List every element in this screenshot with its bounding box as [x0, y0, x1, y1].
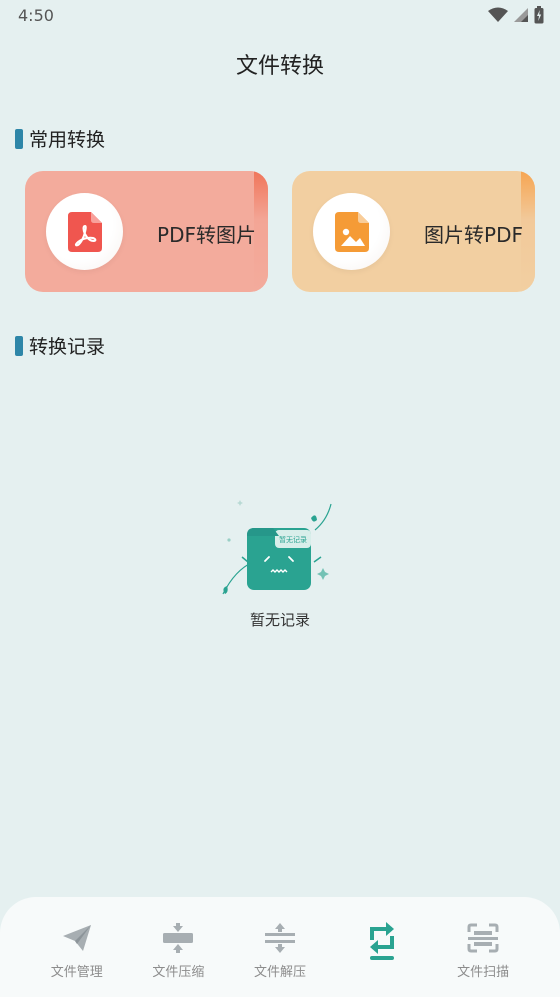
signal-icon: [514, 8, 528, 22]
decompress-icon: [264, 923, 295, 953]
empty-state-label: 暂无记录: [249, 611, 310, 629]
nav-item-scan[interactable]: 文件扫描: [433, 921, 533, 997]
nav-label: 文件扫描: [457, 965, 510, 980]
card-accent-edge: [254, 171, 268, 292]
battery-icon: [534, 6, 544, 24]
convert-icon: [369, 922, 394, 960]
status-time: 4:50: [18, 6, 54, 25]
card-icon-circle: [46, 193, 123, 270]
pdf-to-image-card[interactable]: PDF转图片: [25, 171, 268, 292]
empty-state: 暂无记录: [0, 500, 560, 604]
page-title: 文件转换: [235, 54, 324, 79]
card-accent-edge: [521, 171, 535, 292]
section-header-common: 常用转换: [15, 125, 105, 152]
nav-item-compress[interactable]: 文件压缩: [128, 921, 228, 997]
folder-tag: 暂无记录: [279, 535, 307, 544]
image-to-pdf-card[interactable]: 图片转PDF: [292, 171, 535, 292]
image-file-icon: [334, 211, 369, 252]
section-label-common: 常用转换: [29, 129, 106, 151]
nav-label: 文件压缩: [152, 965, 205, 980]
nav-label: 文件解压: [253, 965, 306, 980]
pdf-file-icon: [67, 211, 102, 252]
bottom-nav: 文件管理 文件压缩 文件解压 文件扫描: [0, 897, 560, 997]
nav-item-decompress[interactable]: 文件解压: [230, 921, 330, 997]
section-marker: [15, 128, 23, 149]
status-icons: [488, 6, 544, 24]
paper-plane-icon: [62, 925, 91, 951]
scan-icon: [467, 923, 499, 953]
pdf-to-image-label: PDF转图片: [157, 223, 256, 247]
card-icon-circle: [313, 193, 390, 270]
section-header-history: 转换记录: [15, 332, 105, 359]
nav-item-convert[interactable]: [332, 921, 432, 997]
nav-item-file-manager[interactable]: 文件管理: [27, 921, 127, 997]
compress-icon: [163, 923, 194, 953]
section-marker: [15, 335, 23, 356]
empty-folder-icon: 暂无记录: [222, 500, 332, 595]
image-to-pdf-label: 图片转PDF: [424, 223, 523, 247]
status-bar: 4:50: [0, 0, 560, 32]
nav-label: 文件管理: [50, 965, 103, 980]
wifi-icon: [488, 7, 508, 22]
section-label-history: 转换记录: [29, 336, 106, 358]
